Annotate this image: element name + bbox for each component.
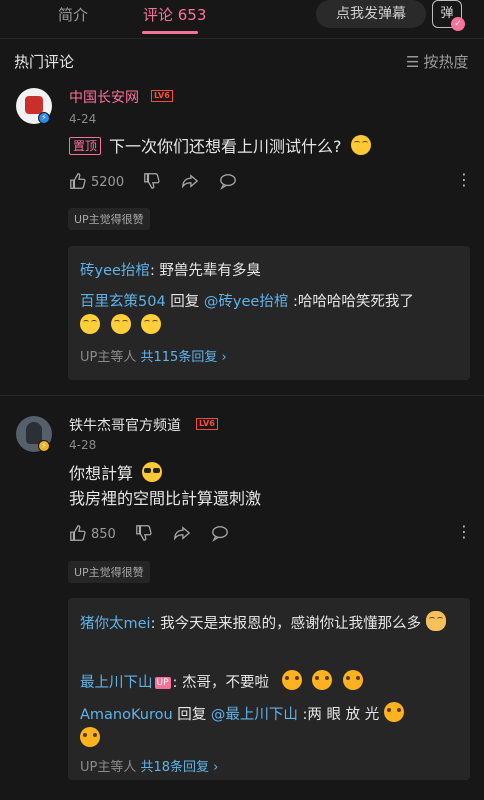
reply-username[interactable]: 砖yee抬棺 [80,263,150,279]
like-button[interactable]: 5200 [69,172,124,190]
sunglasses-emoji-icon [142,462,163,482]
more-options-icon[interactable]: ⋮ [456,524,472,540]
reply-text: : 我今天是来报恩的，感谢你让我懂那么多 [150,616,422,632]
dislike-button[interactable] [135,524,153,542]
reply-button[interactable] [211,524,229,542]
active-tab-indicator [142,31,198,34]
laughing-emoji-icon [110,314,131,334]
comment-date: 4-28 [69,438,97,452]
verified-icon: ⚡ [38,440,50,452]
verified-icon: ⚡ [38,112,50,124]
check-icon: ✓ [451,17,465,31]
top-tab-bar: 简介 评论 653 点我发弹幕 弹 ✓ [0,0,484,38]
reply-text: : 杰哥，不要啦 [172,675,270,691]
view-more-replies[interactable]: UP主等人 共115条回复 › [80,346,227,365]
sort-button[interactable]: ☰ 按热度 [406,51,468,72]
up-badge: UP [154,677,171,689]
more-replies-link[interactable]: 共115条回复 [141,350,218,365]
comment-bubble-icon [220,174,236,190]
laughing-emoji-icon [141,314,162,334]
comment-username[interactable]: 铁牛杰哥官方频道 [69,415,181,435]
comment-actions: 5200 [69,172,469,194]
reply-item: 砖yee抬棺: 野兽先辈有多臭 [80,259,462,283]
reply-username[interactable]: 百里玄策504 [80,294,166,310]
share-button[interactable] [181,172,199,190]
comment-date: 4-24 [69,112,97,126]
reply-preview-box[interactable]: 猪你太mei: 我今天是来报恩的，感谢你让我懂那么多 最上川下山 UP: 杰哥，不… [68,598,470,780]
comment-body: 下一次你们还想看上川测试什么? [109,137,342,156]
view-more-replies[interactable]: UP主等人 共18条回复 › [80,756,218,775]
section-title: 热门评论 [14,53,75,71]
up-liked-badge: UP主觉得很赞 [68,561,150,583]
sort-label: 按热度 [423,53,469,71]
like-count: 5200 [91,175,125,190]
cat-emoji-icon [425,611,446,631]
level-badge: LV6 [196,418,218,430]
share-icon [182,174,199,189]
reply-item: AmanoKurou 回复 @最上川下山 :两 眼 放 光 [80,702,462,752]
comment-text: 置顶 下一次你们还想看上川测试什么? [69,134,371,159]
tab-intro[interactable]: 简介 [58,4,88,25]
pinned-badge: 置顶 [69,137,102,155]
danmu-toggle-icon[interactable]: 弹 ✓ [432,0,465,31]
thumbs-down-icon [136,525,152,541]
comment-actions: 850 [69,524,469,546]
scream-emoji-icon [383,702,404,722]
tab-comments[interactable]: 评论 653 [143,4,206,25]
reply-item: 猪你太mei: 我今天是来报恩的，感谢你让我懂那么多 [80,611,462,636]
reply-username[interactable]: 最上川下山 [80,675,153,691]
dislike-button[interactable] [143,172,161,190]
like-button[interactable]: 850 [69,524,116,542]
reply-item: 百里玄策504 回复 @砖yee抬棺 :哈哈哈哈笑死我了 [80,290,462,339]
divider [0,38,484,39]
level-badge: LV6 [151,90,173,102]
reply-preview-box[interactable]: 砖yee抬棺: 野兽先辈有多臭 百里玄策504 回复 @砖yee抬棺 :哈哈哈哈… [68,246,470,380]
scream-emoji-icon [80,727,100,747]
reply-username[interactable]: 猪你太mei [80,616,151,632]
reply-button[interactable] [219,172,237,190]
comment-text: 你想計算 我房裡的空間比計算還刺激 [69,461,261,511]
comment-body-line2: 我房裡的空間比計算還刺激 [69,489,262,508]
smile-emoji-icon [350,135,371,155]
like-count: 850 [91,527,116,542]
thumbs-up-icon [70,525,86,541]
scream-emoji-icon [281,670,302,690]
chevron-right-icon: › [209,760,219,775]
reply-text: :两 眼 放 光 [297,707,380,723]
thumbs-up-icon [70,173,86,189]
laughing-emoji-icon [80,314,100,334]
chevron-right-icon: › [217,350,227,365]
comment-bubble-icon [212,526,228,542]
thumbs-down-icon [144,173,160,189]
up-liked-badge: UP主觉得很赞 [68,208,150,230]
comment-username[interactable]: 中国长安网 [69,87,139,107]
reply-item: 最上川下山 UP: 杰哥，不要啦 [80,670,462,695]
more-options-icon[interactable]: ⋮ [456,172,472,188]
more-replies-prefix: UP主等人 [80,350,141,365]
share-button[interactable] [173,524,191,542]
share-icon [174,526,191,541]
comment-divider [0,395,484,396]
sort-icon: ☰ [406,53,420,71]
more-replies-prefix: UP主等人 [80,760,141,775]
reply-mention[interactable]: @最上川下山 [211,707,298,723]
reply-connector: 回复 [165,294,204,310]
comment-body-line1: 你想計算 [69,464,134,483]
reply-username[interactable]: AmanoKurou [80,707,173,723]
scream-emoji-icon [312,670,333,690]
more-replies-link[interactable]: 共18条回复 [141,760,210,775]
reply-connector: 回复 [172,707,211,723]
reply-text: :哈哈哈哈笑死我了 [288,294,414,310]
send-danmu-button[interactable]: 点我发弹幕 [316,0,426,28]
reply-text: : 野兽先辈有多臭 [149,263,261,279]
reply-mention[interactable]: @砖yee抬棺 [204,294,288,310]
scream-emoji-icon [342,670,363,690]
